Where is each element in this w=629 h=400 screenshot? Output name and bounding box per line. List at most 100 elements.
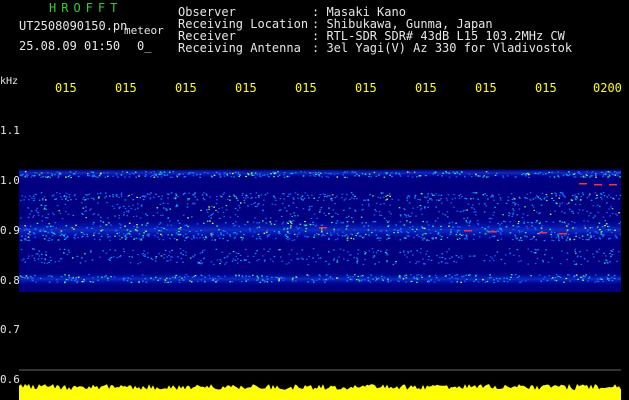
signal-speck xyxy=(346,193,348,195)
signal-speck xyxy=(51,175,53,177)
signal-speck xyxy=(555,195,557,197)
signal-speck xyxy=(164,281,166,283)
signal-speck xyxy=(586,234,589,236)
signal-speck xyxy=(34,193,37,195)
signal-speck xyxy=(216,199,218,201)
signal-speck xyxy=(382,279,384,281)
signal-speck xyxy=(313,236,315,238)
signal-speck xyxy=(223,173,225,175)
signal-speck xyxy=(341,235,344,237)
signal-speck xyxy=(91,281,94,284)
signal-speck xyxy=(434,274,437,276)
signal-speck xyxy=(308,209,310,211)
signal-speck xyxy=(531,225,533,227)
signal-speck xyxy=(372,220,375,223)
signal-speck xyxy=(211,232,214,234)
signal-speck xyxy=(403,275,406,277)
signal-speck xyxy=(136,224,138,226)
signal-speck xyxy=(482,194,485,196)
signal-speck xyxy=(33,172,36,174)
signal-speck xyxy=(578,251,581,253)
signal-speck xyxy=(399,229,401,231)
signal-speck xyxy=(576,256,579,258)
signal-speck xyxy=(281,260,284,262)
signal-speck xyxy=(352,221,354,223)
signal-speck xyxy=(582,238,584,240)
signal-speck xyxy=(306,194,309,196)
signal-speck xyxy=(504,254,507,256)
signal-speck xyxy=(68,174,71,177)
signal-speck xyxy=(182,254,184,256)
signal-speck xyxy=(130,278,132,280)
signal-speck xyxy=(81,257,83,259)
signal-speck xyxy=(487,172,490,174)
signal-speck xyxy=(245,195,248,197)
signal-speck xyxy=(423,227,426,229)
signal-speck xyxy=(489,274,491,276)
signal-speck xyxy=(112,196,114,198)
signal-speck xyxy=(278,174,281,176)
signal-speck xyxy=(165,281,168,284)
signal-speck xyxy=(275,276,277,278)
signal-speck xyxy=(492,196,494,198)
signal-speck xyxy=(218,217,221,219)
signal-speck xyxy=(44,176,47,178)
signal-speck xyxy=(54,222,57,224)
signal-speck xyxy=(265,231,268,233)
signal-speck xyxy=(161,235,163,237)
signal-speck xyxy=(272,171,274,173)
signal-speck xyxy=(19,174,22,176)
signal-speck xyxy=(31,255,34,257)
signal-speck xyxy=(165,207,168,210)
signal-speck xyxy=(420,248,422,250)
signal-speck xyxy=(211,236,213,238)
signal-speck xyxy=(449,233,452,235)
signal-speck xyxy=(288,262,290,264)
signal-speck xyxy=(336,277,339,279)
signal-speck xyxy=(346,280,349,282)
signal-speck xyxy=(212,277,214,279)
signal-speck xyxy=(611,213,614,215)
signal-speck xyxy=(316,217,318,219)
signal-speck xyxy=(224,230,226,232)
signal-speck xyxy=(575,252,577,254)
signal-speck xyxy=(47,217,49,219)
signal-speck xyxy=(497,280,499,282)
signal-speck xyxy=(116,232,119,235)
signal-speck xyxy=(150,176,152,178)
signal-speck xyxy=(534,228,537,230)
signal-speck xyxy=(493,211,495,213)
signal-speck xyxy=(160,255,163,257)
signal-speck xyxy=(565,239,568,241)
signal-speck xyxy=(484,281,487,283)
signal-speck xyxy=(133,225,135,227)
signal-speck xyxy=(184,176,187,178)
signal-speck xyxy=(116,203,119,205)
signal-speck xyxy=(251,172,253,174)
signal-speck xyxy=(140,237,143,240)
signal-speck xyxy=(391,198,393,200)
signal-speck xyxy=(275,220,277,222)
signal-speck xyxy=(274,204,277,206)
signal-speck xyxy=(263,280,266,282)
signal-speck xyxy=(219,263,221,265)
signal-speck xyxy=(164,279,167,281)
signal-speck xyxy=(301,195,304,197)
signal-speck xyxy=(226,173,228,175)
signal-speck xyxy=(388,211,391,213)
signal-speck xyxy=(456,238,459,240)
signal-speck xyxy=(142,235,144,237)
signal-speck xyxy=(138,175,140,177)
signal-speck xyxy=(204,281,206,283)
signal-speck xyxy=(68,196,71,198)
signal-speck xyxy=(53,214,55,216)
signal-speck xyxy=(360,235,362,237)
signal-speck xyxy=(270,223,273,225)
signal-speck xyxy=(163,174,166,176)
signal-speck xyxy=(580,263,582,265)
signal-speck xyxy=(152,279,155,281)
signal-speck xyxy=(536,220,538,222)
signal-speck xyxy=(26,228,28,230)
signal-speck xyxy=(598,248,601,250)
signal-speck xyxy=(444,214,447,216)
